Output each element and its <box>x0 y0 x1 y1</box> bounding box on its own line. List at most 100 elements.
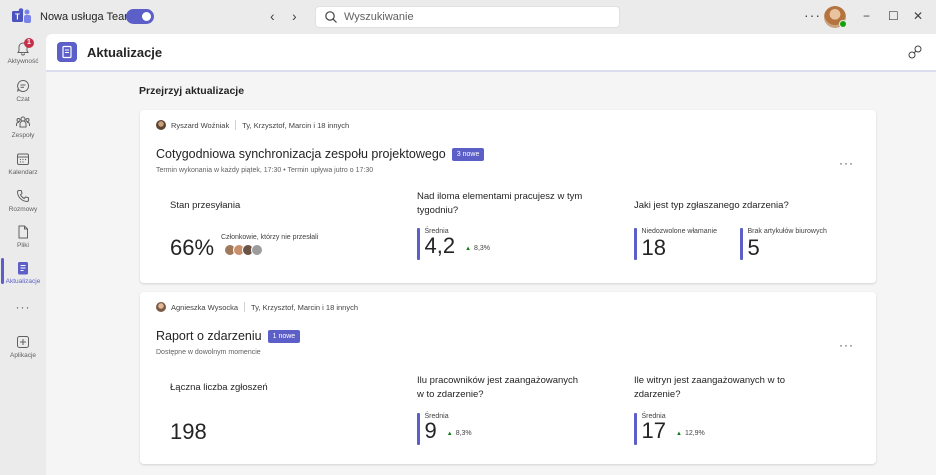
card-title: Cotygodniowa synchronizacja zespołu proj… <box>156 147 485 161</box>
update-card[interactable]: Agnieszka Wysocka Ty, Krzysztof, Marcin … <box>140 292 876 464</box>
rail-label: Aplikacje <box>9 352 36 359</box>
average-metric: Średnia 17 ▲ 12,9% <box>634 413 705 445</box>
search-icon <box>325 11 337 23</box>
participants: Ty, Krzysztof, Marcin i 18 innych <box>251 302 359 312</box>
metric-value: 5 <box>747 235 760 260</box>
metric-value: 9 <box>424 418 437 443</box>
title-bar: T Nowa usługa Teams ‹ › ··· − ☐ ✕ <box>0 0 936 34</box>
metric-accent-bar <box>634 413 637 445</box>
updates-app-icon <box>57 42 77 62</box>
rail-item-teams[interactable]: Zespoły <box>0 110 46 146</box>
card-author-row: Ryszard Woźniak Ty, Krzysztof, Marcin i … <box>156 120 349 130</box>
rail-label: Kalendarz <box>8 169 38 176</box>
page-title: Aktualizacje <box>87 45 163 60</box>
metric-value: 17 <box>641 418 666 443</box>
delta-value: 8,3% <box>455 430 472 437</box>
chat-icon <box>17 79 30 92</box>
teams-icon <box>16 116 30 128</box>
section-title: Przejrzyj aktualizacje <box>139 85 245 97</box>
incident-type-metric: Niedozwolone włamanie 18 <box>634 228 717 260</box>
metric-label: Niedozwolone włamanie <box>641 228 718 235</box>
new-teams-toggle[interactable] <box>126 9 154 24</box>
metric-accent-bar <box>417 228 420 260</box>
metric-accent-bar <box>740 228 743 260</box>
maximize-button[interactable]: ☐ <box>888 9 899 23</box>
rail-label: Rozmowy <box>8 206 38 213</box>
new-badge: 3 nowe <box>451 148 485 161</box>
back-button[interactable]: ‹ <box>270 9 275 23</box>
search-box[interactable] <box>315 6 620 28</box>
incident-type-metric: Brak artykułów biurowych 5 <box>740 228 827 260</box>
add-apps-icon <box>17 336 29 348</box>
metric-delta: ▲ 8,3% <box>465 245 490 252</box>
minimize-button[interactable]: − <box>863 9 870 23</box>
trend-up-icon: ▲ <box>675 431 682 437</box>
rail-item-files[interactable]: Pliki <box>0 220 46 256</box>
question-label: Nad iloma elementami pracujesz w tym tyg… <box>417 191 583 216</box>
divider <box>244 302 246 312</box>
not-submitted-label: Członkowie, którzy nie przesłali <box>221 234 319 241</box>
average-metric: Średnia 9 ▲ 8,3% <box>417 413 472 445</box>
question-label: Łączna liczba zgłoszeń <box>170 382 268 393</box>
question-label: Ilu pracowników jest zaangażowanych w to… <box>417 375 579 400</box>
card-subtitle: Dostępne w dowolnym momencie <box>156 349 261 356</box>
card-title-text: Cotygodniowa synchronizacja zespołu proj… <box>156 147 446 161</box>
rail-item-chat[interactable]: Czat <box>0 74 46 110</box>
rail-label: Czat <box>16 96 30 103</box>
delta-value: 8,3% <box>474 245 491 252</box>
file-icon <box>18 225 28 239</box>
update-card[interactable]: Ryszard Woźniak Ty, Krzysztof, Marcin i … <box>140 110 876 283</box>
search-input[interactable] <box>344 11 614 23</box>
rail-item-calls[interactable]: Rozmowy <box>0 184 46 220</box>
metric-accent-bar <box>634 228 637 260</box>
question-label: Ile witryn jest zaangażowanych w to zdar… <box>634 375 786 400</box>
app-rail: 1 Aktywność Czat Zespoły Kalendarz Rozmo… <box>0 34 46 475</box>
card-more-button[interactable]: ··· <box>839 338 854 352</box>
teams-logo-icon: T <box>12 8 31 23</box>
calendar-icon <box>17 153 29 165</box>
activity-badge: 1 <box>24 38 34 48</box>
rail-label: Aktualizacje <box>5 278 41 285</box>
rail-item-updates[interactable]: Aktualizacje <box>0 256 46 292</box>
metric-label: Brak artykułów biurowych <box>747 228 827 235</box>
question-label: Jaki jest typ zgłaszanego zdarzenia? <box>634 200 789 211</box>
more-icon: ··· <box>15 300 31 314</box>
metric-delta: ▲ 12,9% <box>676 430 705 437</box>
svg-text:T: T <box>15 13 20 22</box>
rail-item-calendar[interactable]: Kalendarz <box>0 147 46 183</box>
author-avatar <box>156 120 166 130</box>
rail-label: Zespoły <box>11 132 35 139</box>
card-author-row: Agnieszka Wysocka Ty, Krzysztof, Marcin … <box>156 302 358 312</box>
close-button[interactable]: ✕ <box>913 9 923 23</box>
rail-label: Pliki <box>17 242 29 249</box>
total-reports-value: 198 <box>170 419 207 444</box>
metric-value: 4,2 <box>424 233 456 258</box>
forward-button[interactable]: › <box>292 9 297 23</box>
average-metric: Średnia 4,2 ▲ 8,3% <box>417 228 490 260</box>
more-options-button[interactable]: ··· <box>804 7 821 23</box>
rail-item-apps[interactable]: Aplikacje <box>0 330 46 366</box>
author-name: Agnieszka Wysocka <box>171 302 239 312</box>
link-icon[interactable] <box>907 44 923 60</box>
updates-icon <box>18 262 28 275</box>
presence-icon <box>839 20 847 28</box>
main-content: Aktualizacje Przejrzyj aktualizacje Rysz… <box>46 34 936 475</box>
avatar <box>251 244 263 256</box>
card-title-text: Raport o zdarzeniu <box>156 329 262 343</box>
card-title: Raport o zdarzeniu 1 nowe <box>156 329 301 343</box>
author-name: Ryszard Woźniak <box>171 120 230 130</box>
rail-item-activity[interactable]: 1 Aktywność <box>0 36 46 72</box>
delta-value: 12,9% <box>684 430 705 437</box>
new-badge: 1 nowe <box>267 330 301 343</box>
metric-value: 18 <box>641 235 666 260</box>
trend-up-icon: ▲ <box>446 431 453 437</box>
member-avatars[interactable] <box>224 244 263 256</box>
submission-percent: 66% <box>170 235 215 260</box>
app-header: Aktualizacje <box>46 34 936 72</box>
divider <box>235 120 237 130</box>
card-subtitle: Termin wykonania w każdy piątek, 17:30 •… <box>156 167 374 174</box>
rail-more-button[interactable]: ··· <box>0 296 46 316</box>
trend-up-icon: ▲ <box>465 246 472 252</box>
card-more-button[interactable]: ··· <box>839 156 854 170</box>
participants: Ty, Krzysztof, Marcin i 18 innych <box>242 120 350 130</box>
